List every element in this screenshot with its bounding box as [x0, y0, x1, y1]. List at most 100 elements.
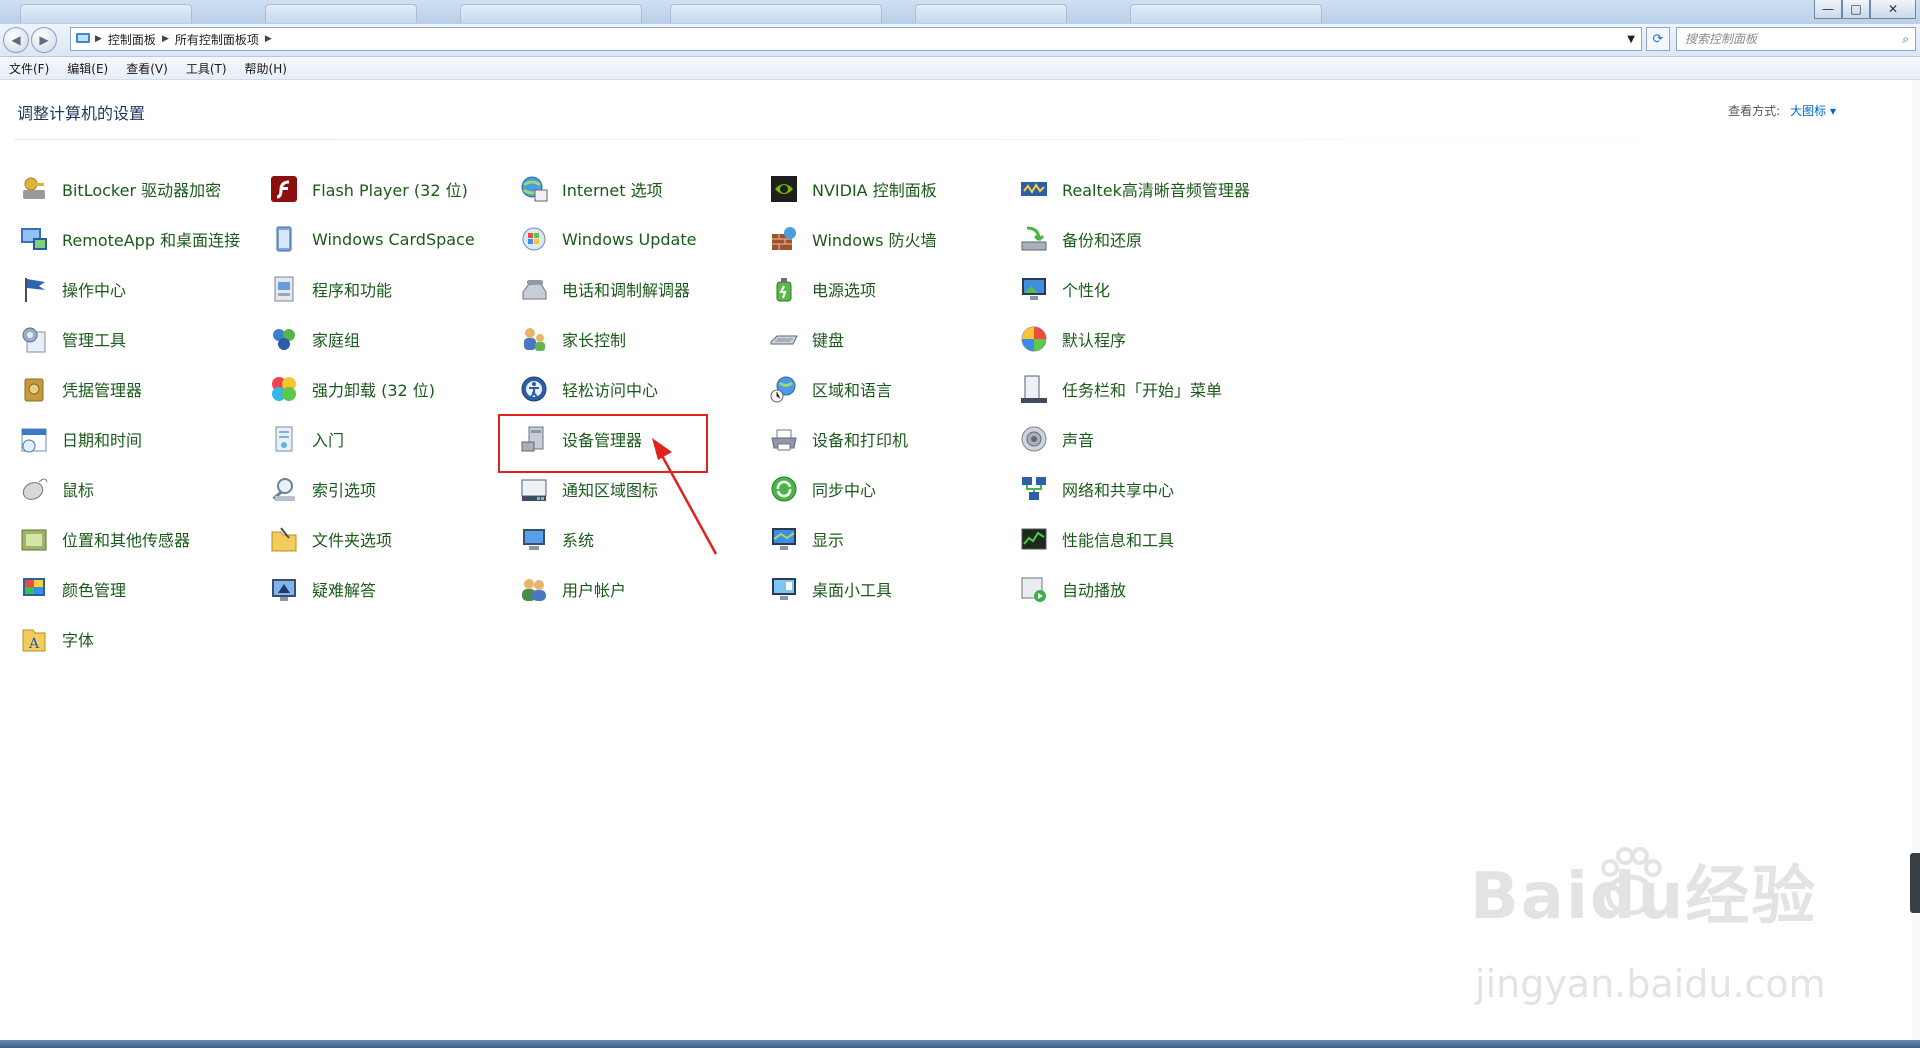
- display-icon: [768, 523, 800, 555]
- item-cardspace[interactable]: Windows CardSpace: [268, 223, 475, 255]
- close-button[interactable]: ✕: [1870, 0, 1916, 19]
- item-performance[interactable]: 性能信息和工具: [1018, 523, 1174, 555]
- item-firewall[interactable]: Windows 防火墙: [768, 223, 937, 255]
- item-network-sharing[interactable]: 网络和共享中心: [1018, 473, 1174, 505]
- item-location-sensors[interactable]: 位置和其他传感器: [18, 523, 190, 555]
- view-by-dropdown[interactable]: 大图标 ▾: [1790, 102, 1836, 119]
- item-getting-started[interactable]: 入门: [268, 423, 344, 455]
- item-indexing[interactable]: 索引选项: [268, 473, 376, 505]
- item-troubleshooting[interactable]: 疑难解答: [268, 573, 376, 605]
- item-system[interactable]: 系统: [518, 523, 594, 555]
- breadcrumb-separator: ▶: [161, 34, 169, 44]
- search-input[interactable]: 搜索控制面板 ⌕: [1676, 27, 1916, 51]
- item-parental-controls[interactable]: 家长控制: [518, 323, 626, 355]
- item-fonts[interactable]: A 字体: [18, 623, 94, 655]
- divider: [14, 139, 1904, 140]
- item-bitlocker[interactable]: BitLocker 驱动器加密: [18, 173, 221, 205]
- refresh-icon[interactable]: ⟳: [1646, 27, 1670, 51]
- windows-update-icon: [518, 223, 550, 255]
- menu-file[interactable]: 文件(F): [0, 60, 58, 77]
- page-title: 调整计算机的设置: [17, 104, 146, 123]
- watermark-url: jingyan.baidu.com: [1475, 962, 1826, 1006]
- item-power-options[interactable]: 电源选项: [768, 273, 876, 305]
- taskbar: [0, 1040, 1920, 1048]
- nvidia-icon: [768, 173, 800, 205]
- search-icon[interactable]: ⌕: [1902, 28, 1909, 50]
- backup-icon: [1018, 223, 1050, 255]
- item-keyboard[interactable]: 键盘: [768, 323, 844, 355]
- maximize-button[interactable]: □: [1842, 0, 1870, 19]
- item-nvidia[interactable]: NVIDIA 控制面板: [768, 173, 937, 205]
- item-ease-of-access[interactable]: 轻松访问中心: [518, 373, 658, 405]
- background-tab: [20, 4, 192, 23]
- item-windows-update[interactable]: Windows Update: [518, 223, 696, 255]
- item-admin-tools[interactable]: 管理工具: [18, 323, 126, 355]
- taskbar-icon: [1018, 373, 1050, 405]
- keyboard-icon: [768, 323, 800, 355]
- item-mouse[interactable]: 鼠标: [18, 473, 94, 505]
- background-tab: [1130, 4, 1322, 23]
- address-bar[interactable]: ▶ 控制面板 ▶ 所有控制面板项 ▶ ▼: [70, 27, 1642, 51]
- breadcrumb-control-panel[interactable]: 控制面板: [102, 31, 162, 48]
- clover-icon: [268, 373, 300, 405]
- item-display[interactable]: 显示: [768, 523, 844, 555]
- item-internet-options[interactable]: Internet 选项: [518, 173, 663, 205]
- item-date-time[interactable]: 日期和时间: [18, 423, 142, 455]
- flag-icon: [18, 273, 50, 305]
- user-accounts-icon: [518, 573, 550, 605]
- calendar-clock-icon: [18, 423, 50, 455]
- menu-help[interactable]: 帮助(H): [236, 60, 296, 77]
- performance-icon: [1018, 523, 1050, 555]
- item-homegroup[interactable]: 家庭组: [268, 323, 360, 355]
- item-autoplay[interactable]: 自动播放: [1018, 573, 1126, 605]
- item-desktop-gadgets[interactable]: 桌面小工具: [768, 573, 892, 605]
- item-action-center[interactable]: 操作中心: [18, 273, 126, 305]
- item-personalization[interactable]: 个性化: [1018, 273, 1110, 305]
- cardspace-icon: [268, 223, 300, 255]
- item-taskbar-start-menu[interactable]: 任务栏和「开始」菜单: [1018, 373, 1222, 405]
- magnifier-icon: [268, 473, 300, 505]
- item-remoteapp[interactable]: RemoteApp 和桌面连接: [18, 223, 240, 255]
- item-devices-printers[interactable]: 设备和打印机: [768, 423, 908, 455]
- troubleshoot-icon: [268, 573, 300, 605]
- breadcrumb-all-items[interactable]: 所有控制面板项: [169, 31, 265, 48]
- item-color-management[interactable]: 颜色管理: [18, 573, 126, 605]
- region-globe-icon: [768, 373, 800, 405]
- realtek-audio-icon: [1018, 173, 1050, 205]
- background-tab: [670, 4, 882, 23]
- item-sound[interactable]: 声音: [1018, 423, 1094, 455]
- menu-edit[interactable]: 编辑(E): [58, 60, 117, 77]
- menu-bar: 文件(F) 编辑(E) 查看(V) 工具(T) 帮助(H): [0, 57, 1920, 80]
- item-phone-modem[interactable]: 电话和调制解调器: [518, 273, 690, 305]
- item-user-accounts[interactable]: 用户帐户: [518, 573, 626, 605]
- item-uninstaller[interactable]: 强力卸载 (32 位): [268, 373, 435, 405]
- address-toolbar: ◀ ▶ ▶ 控制面板 ▶ 所有控制面板项 ▶ ▼ ⟳ 搜索控制面板 ⌕: [0, 24, 1920, 57]
- item-region-language[interactable]: 区域和语言: [768, 373, 892, 405]
- autoplay-icon: [1018, 573, 1050, 605]
- minimize-button[interactable]: —: [1814, 0, 1842, 19]
- globe-icon: [518, 173, 550, 205]
- back-button[interactable]: ◀: [3, 27, 29, 53]
- forward-button[interactable]: ▶: [31, 27, 57, 53]
- menu-view[interactable]: 查看(V): [117, 60, 177, 77]
- item-credential-manager[interactable]: 凭据管理器: [18, 373, 142, 405]
- sync-icon: [768, 473, 800, 505]
- item-sync-center[interactable]: 同步中心: [768, 473, 876, 505]
- remote-desktop-icon: [18, 223, 50, 255]
- view-by-label: 查看方式:: [1728, 104, 1781, 118]
- side-handle[interactable]: [1910, 853, 1920, 913]
- item-flash-player[interactable]: Flash Player (32 位): [268, 173, 468, 205]
- homegroup-icon: [268, 323, 300, 355]
- item-backup-restore[interactable]: 备份和还原: [1018, 223, 1142, 255]
- view-by: 查看方式: 大图标 ▾: [1728, 102, 1836, 119]
- item-default-programs[interactable]: 默认程序: [1018, 323, 1126, 355]
- item-folder-options[interactable]: 文件夹选项: [268, 523, 392, 555]
- item-notification-icons[interactable]: 通知区域图标: [518, 473, 658, 505]
- item-programs[interactable]: 程序和功能: [268, 273, 392, 305]
- menu-tools[interactable]: 工具(T): [177, 60, 236, 77]
- personalization-icon: [1018, 273, 1050, 305]
- address-dropdown-icon[interactable]: ▼: [1627, 34, 1635, 45]
- control-panel-icon: [75, 30, 91, 49]
- background-tab: [915, 4, 1067, 23]
- item-realtek-audio[interactable]: Realtek高清晰音频管理器: [1018, 173, 1250, 205]
